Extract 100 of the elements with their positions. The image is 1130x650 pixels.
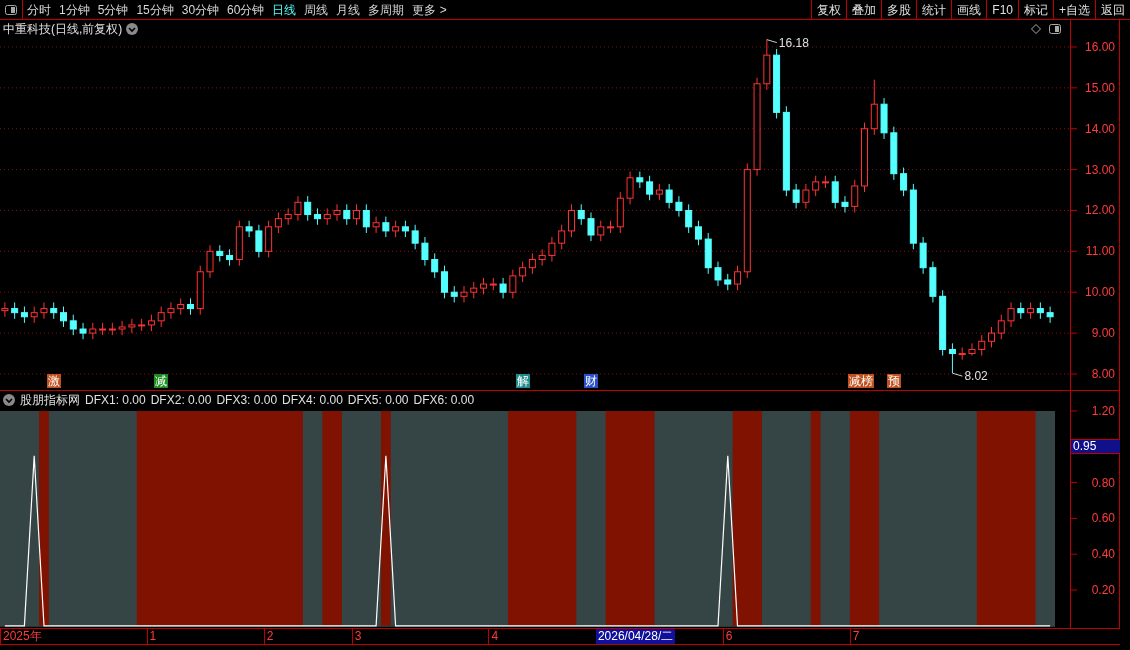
chevron-down-icon[interactable] (126, 23, 139, 35)
toolbar-button[interactable]: 多股 (881, 0, 917, 20)
axis-label: 7 (849, 629, 862, 644)
toolbar-button[interactable]: 复权 (811, 0, 847, 20)
y-tick-label: 16.00 (1084, 39, 1116, 54)
candlestick (450, 285, 458, 303)
candlestick (890, 126, 898, 181)
toolbar-button[interactable]: 统计 (916, 0, 952, 20)
candlestick (30, 306, 38, 324)
event-marker[interactable]: 解 (515, 374, 530, 388)
candlestick (157, 306, 165, 328)
toolbar-button[interactable]: 标记 (1018, 0, 1053, 20)
period-tab[interactable]: 月线 (332, 0, 365, 19)
panel-toggle-icon[interactable] (1049, 24, 1061, 34)
candlestick (968, 342, 976, 357)
indicator-value: DFX1: 0.00 (85, 391, 146, 409)
candlestick (284, 207, 292, 226)
toolbar-button[interactable]: 返回 (1095, 0, 1130, 20)
price-label: 16.18 (778, 35, 809, 50)
candlestick (411, 224, 419, 250)
candlestick (167, 301, 175, 320)
candlestick (372, 216, 380, 234)
candlestick (216, 244, 224, 263)
candlestick (763, 39, 771, 91)
event-marker[interactable]: 激 (46, 374, 61, 388)
period-tab[interactable]: 周线 (300, 0, 333, 19)
indicator-value: DFX5: 0.00 (347, 391, 409, 409)
axis-label: 1 (146, 629, 159, 644)
candlestick (1017, 301, 1025, 320)
candlestick (870, 79, 878, 136)
candlestick (919, 236, 927, 275)
y-tick-label: 11.00 (1085, 244, 1116, 259)
date-cursor-label: 2026/04/28/二 (595, 629, 676, 644)
candlestick (587, 212, 595, 242)
candlestick (333, 203, 341, 222)
period-tab[interactable]: 5分钟 (93, 0, 133, 19)
candlestick (958, 346, 966, 361)
y-tick-label: 0.60 (1091, 511, 1116, 526)
period-tab[interactable]: 60分钟 (223, 0, 269, 19)
candlestick (714, 261, 722, 287)
chart-title: 中重科技(日线,前复权) (3, 21, 123, 38)
leader-line (951, 372, 963, 377)
diamond-icon[interactable] (1031, 24, 1041, 34)
candlestick (118, 320, 126, 336)
candlestick (69, 314, 77, 336)
event-marker[interactable]: 财 (584, 374, 599, 388)
y-tick-label: 0.40 (1091, 547, 1116, 562)
indicator-name: 股朋指标网 (20, 391, 80, 409)
candlestick (187, 297, 194, 316)
y-tick-label: 12.00 (1084, 203, 1116, 218)
period-tab[interactable]: 1分钟 (55, 0, 94, 19)
candlestick (128, 318, 136, 334)
candlestick (538, 248, 546, 267)
candlestick (255, 224, 263, 258)
period-tab[interactable]: 多周期 (364, 0, 409, 19)
period-tab[interactable]: 15分钟 (132, 0, 178, 19)
toolbar-button[interactable]: +自选 (1053, 0, 1095, 20)
axis-label: 6 (722, 629, 735, 644)
axis-label: 2025年 (0, 629, 44, 644)
candlestick (1046, 306, 1054, 324)
candlestick (206, 244, 214, 279)
candlestick (597, 220, 605, 242)
candlestick (548, 236, 556, 263)
period-tab[interactable]: 分时 (23, 0, 55, 19)
candlestick (861, 122, 868, 193)
candlestick (997, 314, 1005, 340)
y-tick-label: 8.00 (1091, 366, 1116, 381)
axis-label: 3 (351, 629, 364, 644)
period-tab[interactable]: 日线 (268, 0, 301, 19)
toolbar-button[interactable]: F10 (986, 0, 1018, 20)
y-tick-label: 15.00 (1084, 80, 1116, 95)
candlestick (304, 195, 312, 222)
candlestick (421, 236, 429, 267)
y-tick-label: 9.00 (1091, 326, 1116, 341)
candlestick (704, 232, 712, 275)
toolbar-button[interactable]: 画线 (951, 0, 987, 20)
event-marker[interactable]: 减 (154, 374, 169, 388)
candlestick (724, 273, 732, 291)
candlestick (499, 277, 507, 299)
candlestick (841, 195, 849, 213)
candlestick (577, 203, 585, 226)
candlestick (851, 179, 859, 213)
candlestick (323, 207, 331, 226)
candlestick (626, 171, 634, 205)
candlestick (245, 220, 253, 238)
period-tab[interactable]: 30分钟 (177, 0, 224, 19)
y-tick-label: 13.00 (1084, 162, 1116, 177)
candlestick (831, 175, 839, 209)
period-tab[interactable]: 更多 > (408, 0, 451, 19)
chevron-down-icon[interactable] (3, 393, 15, 406)
candlestick (470, 281, 478, 299)
panel-toggle-icon[interactable] (5, 4, 17, 15)
leader-line (766, 39, 778, 44)
event-marker[interactable]: 预 (886, 374, 901, 388)
axis-label: 4 (488, 629, 501, 644)
y-tick-label: 0.20 (1091, 583, 1116, 597)
candlestick (734, 265, 741, 291)
candlestick (196, 265, 204, 316)
event-marker[interactable]: 减榜 (847, 374, 874, 388)
toolbar-button[interactable]: 叠加 (846, 0, 882, 20)
